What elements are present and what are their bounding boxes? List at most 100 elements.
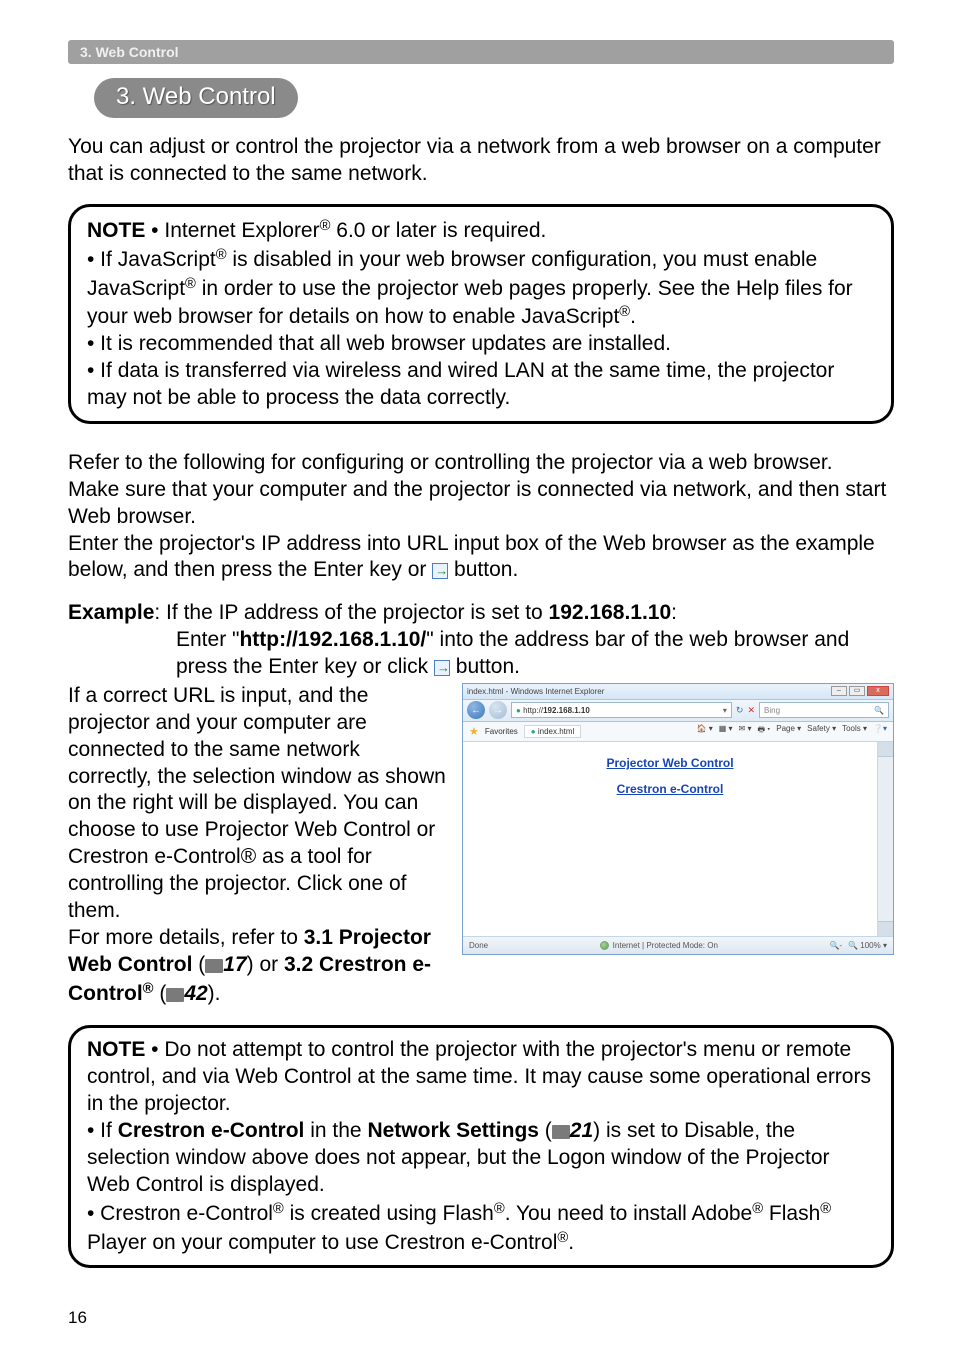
- address-host: 192.168.1.10: [543, 706, 590, 715]
- back-button[interactable]: ←: [467, 701, 485, 719]
- mail-icon[interactable]: ✉ ▾: [739, 724, 752, 738]
- book-icon: [552, 1125, 570, 1139]
- note2-l2d: Network Settings: [367, 1119, 539, 1142]
- note-label: NOTE: [87, 1038, 145, 1061]
- note1-line1a: • Internet Explorer: [145, 219, 319, 242]
- menu-safety[interactable]: Safety ▾: [807, 724, 836, 738]
- print-icon[interactable]: 🖶 ▾: [758, 724, 771, 738]
- leftcol-p1: If a correct URL is input, and the proje…: [68, 684, 446, 922]
- note-box-2: NOTE • Do not attempt to control the pro…: [68, 1025, 894, 1268]
- note2-l3d: Flash: [763, 1202, 820, 1225]
- help-icon[interactable]: ❔▾: [873, 724, 887, 738]
- link-projector-web-control[interactable]: Projector Web Control: [463, 756, 877, 770]
- example-url: http://192.168.1.10/: [239, 628, 426, 651]
- registered-icon: ®: [273, 1201, 284, 1217]
- page-tab[interactable]: ● index.html: [524, 725, 582, 738]
- registered-icon: ®: [557, 1230, 568, 1246]
- registered-icon: ®: [320, 218, 331, 234]
- menu-tools[interactable]: Tools ▾: [842, 724, 867, 738]
- go-icon: [434, 660, 450, 676]
- registered-icon: ®: [820, 1201, 831, 1217]
- close-button[interactable]: x: [867, 686, 889, 696]
- example-rest: : If the IP address of the projector is …: [154, 601, 548, 624]
- status-right: 🔍- 🔍 100% ▾: [829, 941, 887, 950]
- leftcol-ref1: 17: [223, 953, 246, 976]
- dropdown-icon[interactable]: ▾: [723, 706, 727, 715]
- page-content: Projector Web Control Crestron e-Control: [463, 742, 877, 936]
- leftcol-p2c: (: [192, 953, 205, 976]
- zoom-out-icon[interactable]: 🔍-: [829, 941, 842, 950]
- example-block: Example: If the IP address of the projec…: [68, 600, 894, 681]
- section-header-bar: 3. Web Control: [68, 40, 894, 64]
- note2-ref: 21: [570, 1119, 593, 1142]
- feeds-icon[interactable]: ▦ ▾: [719, 724, 733, 738]
- menu-page[interactable]: Page ▾: [776, 724, 801, 738]
- registered-icon: ®: [494, 1201, 505, 1217]
- favorites-label: Favorites: [485, 727, 518, 736]
- example-l2a: Enter ": [176, 628, 239, 651]
- registered-icon: ®: [216, 247, 227, 263]
- note2-l3a: • Crestron e-Control: [87, 1202, 273, 1225]
- p2-d: button.: [448, 558, 518, 581]
- zoom-level[interactable]: 🔍 100% ▾: [848, 941, 887, 950]
- browser-screenshot: index.html - Windows Internet Explorer –…: [462, 683, 894, 955]
- status-done: Done: [469, 941, 488, 950]
- address-input[interactable]: ● http://192.168.1.10 ▾: [511, 702, 732, 718]
- search-hint: Bing: [764, 706, 780, 715]
- address-prefix: http://: [523, 706, 543, 715]
- intro-paragraph: You can adjust or control the projector …: [68, 134, 894, 188]
- note2-l2e: (: [539, 1119, 552, 1142]
- maximize-button[interactable]: ▭: [849, 686, 865, 696]
- status-zone: Internet | Protected Mode: On: [613, 941, 718, 950]
- scrollbar-vertical[interactable]: [877, 742, 893, 936]
- leftcol-ref2: 42: [184, 982, 207, 1005]
- note1-line1b: 6.0 or later is required.: [330, 219, 546, 242]
- zoom-value: 100%: [860, 941, 880, 950]
- home-icon[interactable]: 🏠 ▾: [697, 724, 713, 738]
- registered-icon: ®: [143, 981, 154, 997]
- globe-icon: ●: [516, 706, 521, 715]
- note1-line3: • It is recommended that all web browser…: [87, 332, 671, 355]
- example-colon: :: [671, 601, 677, 624]
- window-titlebar: index.html - Windows Internet Explorer –…: [463, 684, 893, 700]
- leftcol-p2d: ) or: [247, 953, 284, 976]
- registered-icon: ®: [752, 1201, 763, 1217]
- search-input[interactable]: Bing 🔍: [759, 702, 889, 718]
- internet-zone-icon: [600, 941, 609, 950]
- note-box-1: NOTE • Internet Explorer® 6.0 or later i…: [68, 204, 894, 424]
- note2-l3c: . You need to install Adobe: [505, 1202, 753, 1225]
- note1-line2c: in order to use the projector web pages …: [87, 277, 853, 329]
- note1-line2a: • If JavaScript: [87, 248, 216, 271]
- section-title-text: 3. Web Control: [116, 83, 276, 110]
- book-icon: [205, 959, 223, 973]
- forward-button[interactable]: →: [489, 701, 507, 719]
- window-title: index.html - Windows Internet Explorer: [467, 687, 604, 696]
- toolbar-right: 🏠 ▾ ▦ ▾ ✉ ▾ 🖶 ▾ Page ▾ Safety ▾ Tools ▾ …: [697, 724, 887, 738]
- stop-icon[interactable]: ✕: [747, 705, 755, 716]
- note2-l3b: is created using Flash: [284, 1202, 494, 1225]
- note2-l2b: Crestron e-Control: [118, 1119, 305, 1142]
- page-number: 16: [68, 1308, 87, 1328]
- leftcol-p2a: For more details, refer to: [68, 926, 304, 949]
- window-buttons: – ▭ x: [831, 686, 889, 696]
- note1-line4: • If data is transferred via wireless an…: [87, 359, 834, 409]
- refresh-icon[interactable]: ↻: [736, 705, 744, 716]
- star-icon[interactable]: ★: [469, 725, 479, 738]
- note1-line2d: .: [630, 305, 636, 328]
- example-label: Example: [68, 601, 154, 624]
- address-bar-row: ← → ● http://192.168.1.10 ▾ ↻ ✕ Bing 🔍: [463, 700, 893, 722]
- paragraph-2: Refer to the following for configuring o…: [68, 450, 894, 584]
- p2-b: Make sure that your computer and the pro…: [68, 478, 886, 528]
- tab-label: index.html: [538, 727, 574, 736]
- two-column-row: If a correct URL is input, and the proje…: [68, 683, 894, 1008]
- globe-icon: ●: [531, 727, 536, 736]
- link-crestron-e-control[interactable]: Crestron e-Control: [463, 782, 877, 796]
- minimize-button[interactable]: –: [831, 686, 847, 696]
- example-l2c: button.: [450, 655, 520, 678]
- registered-icon: ®: [619, 304, 630, 320]
- book-icon: [166, 988, 184, 1002]
- section-title-pill: 3. Web Control: [94, 78, 298, 118]
- search-icon[interactable]: 🔍: [874, 706, 884, 715]
- favorites-left: ★ Favorites ● index.html: [469, 725, 581, 738]
- status-zone-wrap: Internet | Protected Mode: On: [496, 941, 821, 950]
